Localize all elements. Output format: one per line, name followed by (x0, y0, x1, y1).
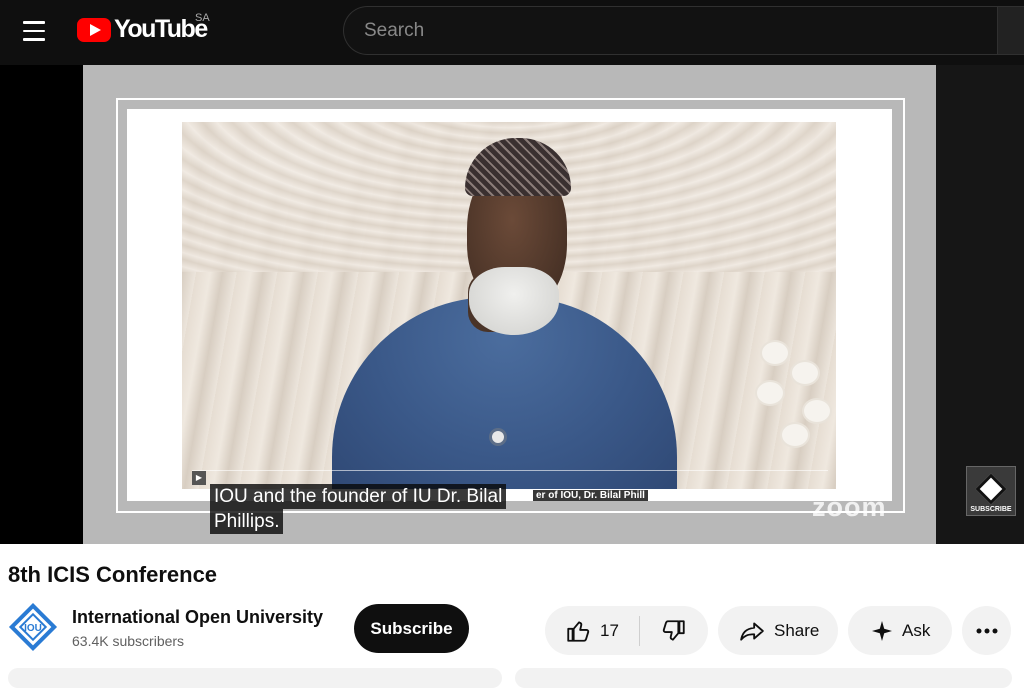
description-card[interactable] (8, 668, 502, 688)
inner-progress-bar (192, 470, 828, 482)
country-code: SA (195, 12, 210, 24)
video-player[interactable]: ▶ er of IOU, Dr. Bilal Phill zoom IOU an… (0, 65, 1024, 544)
iou-logo-icon: IOU (8, 602, 58, 652)
like-dislike-group: 17 (545, 606, 708, 655)
sparkle-icon (872, 620, 892, 641)
speaker-video: ▶ (182, 122, 836, 489)
search-box (343, 6, 998, 55)
robe-button (489, 428, 507, 446)
iou-diamond-icon (975, 473, 1007, 505)
ask-button[interactable]: Ask (848, 606, 952, 655)
search-button[interactable] (997, 6, 1024, 55)
watermark-label: SUBSCRIBE (970, 506, 1012, 513)
speaker-beard (469, 267, 559, 335)
conference-slide: ▶ er of IOU, Dr. Bilal Phill zoom (83, 65, 936, 544)
thumbs-up-icon (567, 620, 590, 642)
speaker-nameplate: er of IOU, Dr. Bilal Phill (533, 490, 648, 501)
caption-line-2: Phillips. (210, 509, 284, 534)
dislike-button[interactable] (640, 606, 708, 655)
subscriber-count: 63.4K subscribers (72, 633, 185, 649)
share-arrow-icon (740, 621, 764, 641)
caption-line-1: IOU and the founder of IU Dr. Bilal (210, 484, 507, 509)
share-label: Share (774, 620, 820, 640)
svg-text:IOU: IOU (24, 623, 42, 634)
more-horizontal-icon (976, 628, 997, 633)
video-title: 8th ICIS Conference (8, 562, 218, 587)
youtube-logo[interactable]: YouTube (77, 15, 208, 44)
masthead: YouTube SA (0, 0, 1024, 65)
share-button[interactable]: Share (718, 606, 838, 655)
more-actions-button[interactable] (962, 606, 1011, 655)
flower-decoration (742, 332, 836, 472)
channel-name[interactable]: International Open University (72, 607, 323, 628)
like-count: 17 (600, 620, 619, 640)
like-button[interactable]: 17 (545, 606, 639, 655)
zoom-watermark: zoom (812, 492, 887, 522)
channel-avatar[interactable]: IOU (8, 602, 58, 652)
logo-text: YouTube (114, 15, 208, 43)
thumbs-down-icon (662, 619, 685, 641)
menu-icon[interactable] (18, 16, 50, 46)
channel-watermark-button[interactable]: SUBSCRIBE (966, 466, 1016, 516)
inner-play-icon: ▶ (192, 471, 206, 485)
search-input[interactable] (344, 7, 998, 54)
ask-label: Ask (902, 620, 931, 640)
subscribe-button[interactable]: Subscribe (354, 604, 469, 653)
related-chips-card[interactable] (515, 668, 1012, 688)
youtube-play-icon (77, 17, 111, 42)
